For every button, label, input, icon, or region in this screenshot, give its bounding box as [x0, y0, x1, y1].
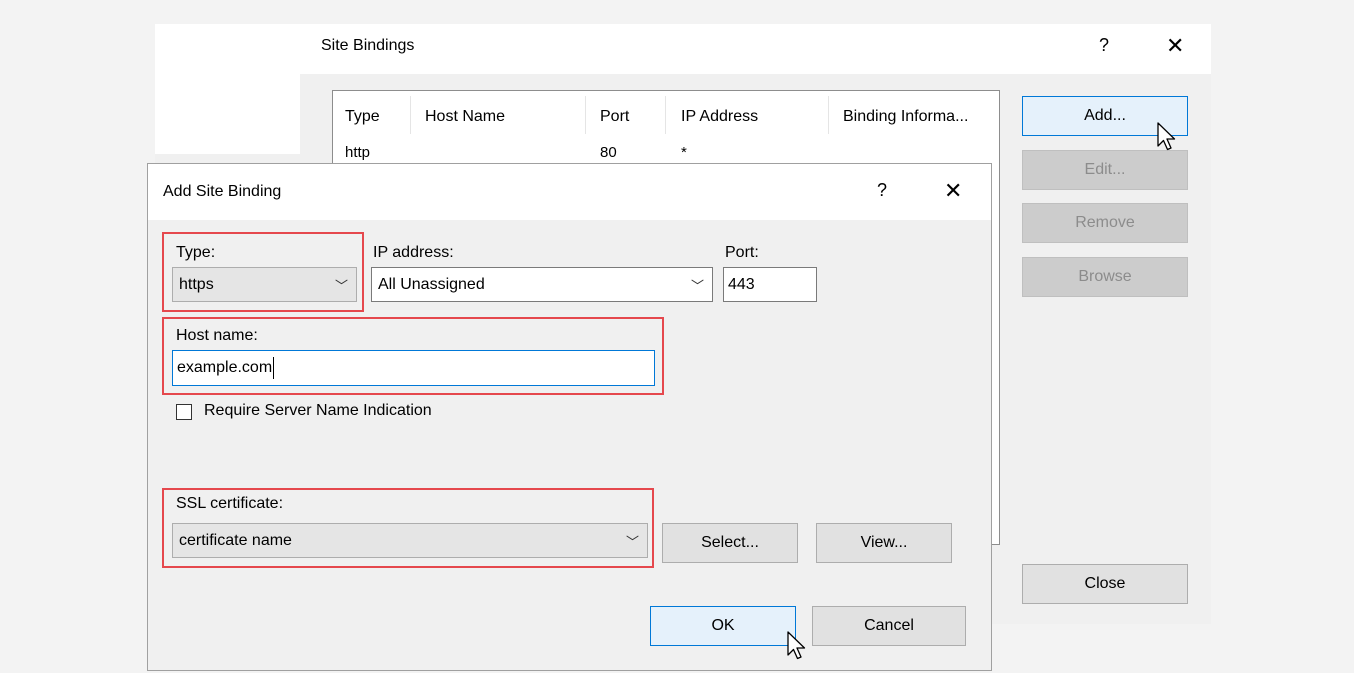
column-separator — [828, 96, 829, 134]
host-name-label: Host name: — [176, 327, 258, 344]
edit-button[interactable]: Edit... — [1022, 150, 1188, 190]
ssl-certificate-value: certificate name — [179, 531, 292, 549]
site-bindings-titlebar — [155, 24, 1211, 74]
column-header-binding-information[interactable]: Binding Informa... — [843, 108, 968, 126]
type-value: https — [179, 275, 214, 293]
port-input[interactable]: 443 — [723, 267, 817, 302]
require-sni-label[interactable]: Require Server Name Indication — [204, 402, 432, 420]
binding-row-port[interactable]: 80 — [600, 144, 617, 161]
chevron-down-icon: ﹀ — [334, 278, 348, 293]
site-bindings-title: Site Bindings — [321, 37, 415, 54]
column-header-ip-address[interactable]: IP Address — [681, 108, 758, 126]
column-separator — [585, 96, 586, 134]
close-button[interactable]: Close — [1022, 564, 1188, 604]
remove-button[interactable]: Remove — [1022, 203, 1188, 243]
column-header-host-name[interactable]: Host Name — [425, 108, 505, 126]
browse-button[interactable]: Browse — [1022, 257, 1188, 297]
ip-address-label: IP address: — [373, 244, 454, 261]
close-icon[interactable]: ✕ — [1166, 33, 1184, 59]
add-site-binding-title: Add Site Binding — [163, 183, 282, 200]
port-label: Port: — [725, 244, 759, 261]
dialog-help-icon[interactable]: ? — [877, 180, 887, 201]
chevron-down-icon: ﹀ — [690, 278, 704, 293]
column-separator — [410, 96, 411, 134]
port-value: 443 — [728, 275, 755, 293]
column-header-type[interactable]: Type — [345, 108, 380, 126]
ip-address-value: All Unassigned — [378, 275, 485, 293]
column-header-port[interactable]: Port — [600, 108, 629, 126]
dialog-close-icon[interactable]: ✕ — [944, 178, 962, 204]
binding-row-type[interactable]: http — [345, 144, 370, 161]
chevron-down-icon: ﹀ — [625, 534, 639, 549]
require-sni-checkbox[interactable] — [176, 404, 192, 420]
binding-row-ip-address[interactable]: * — [681, 144, 687, 161]
text-caret — [273, 357, 275, 379]
ip-address-dropdown[interactable]: All Unassigned ﹀ — [371, 267, 713, 302]
ssl-certificate-label: SSL certificate: — [176, 495, 284, 512]
host-name-value: example.com — [177, 359, 273, 376]
ok-button[interactable]: OK — [650, 606, 796, 646]
help-icon[interactable]: ? — [1099, 35, 1109, 56]
type-label: Type: — [176, 244, 216, 261]
view-certificate-button[interactable]: View... — [816, 523, 952, 563]
select-certificate-button[interactable]: Select... — [662, 523, 798, 563]
cancel-button[interactable]: Cancel — [812, 606, 966, 646]
pointer-cursor-icon — [1157, 122, 1176, 151]
pointer-cursor-icon — [787, 631, 806, 660]
ssl-certificate-dropdown[interactable]: certificate name ﹀ — [172, 523, 648, 558]
site-bindings-left-panel — [155, 74, 300, 154]
host-name-input[interactable]: example.com — [172, 350, 655, 386]
column-separator — [665, 96, 666, 134]
type-dropdown[interactable]: https ﹀ — [172, 267, 357, 302]
